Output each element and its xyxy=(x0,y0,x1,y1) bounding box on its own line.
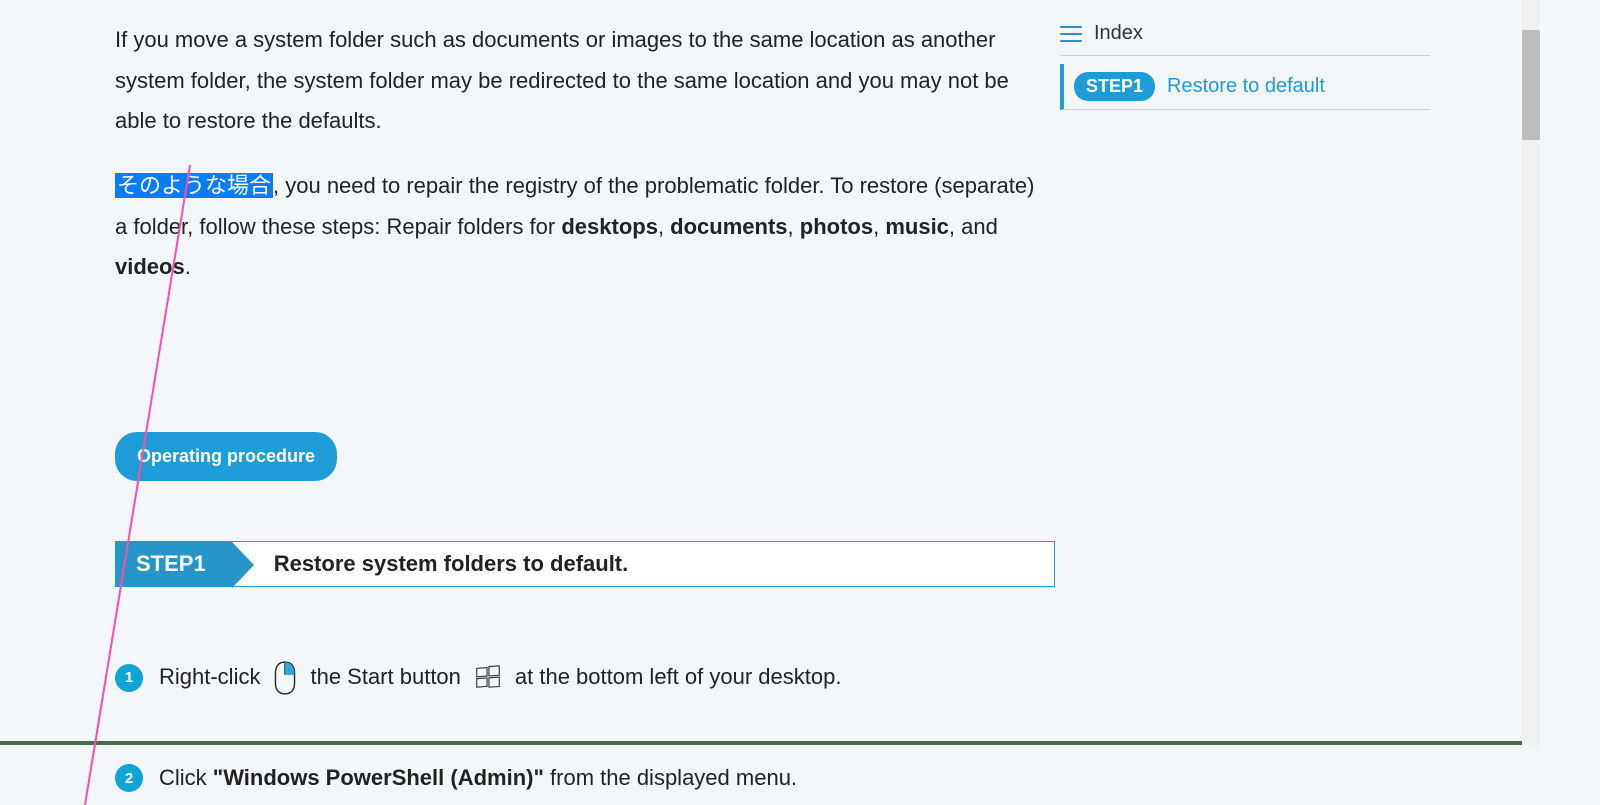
sep: , xyxy=(788,214,800,239)
index-step1-link: Restore to default xyxy=(1167,75,1325,98)
index-header: Index xyxy=(1060,22,1430,56)
instruction-1-text-b: the Start button xyxy=(310,657,460,698)
intro-paragraph-1: If you move a system folder such as docu… xyxy=(115,20,1040,142)
windows-icon xyxy=(471,661,505,695)
instruction-2-a: Click xyxy=(159,765,213,790)
folder-music: music xyxy=(885,214,949,239)
main-column: If you move a system folder such as docu… xyxy=(0,0,1060,741)
highlighted-japanese-text: そのような場合 xyxy=(115,173,273,198)
scrollbar-thumb[interactable] xyxy=(1522,30,1540,140)
intro-paragraph-2: そのような場合, you need to repair the registry… xyxy=(115,166,1040,288)
menu-icon xyxy=(1060,26,1082,42)
index-sidebar: Index STEP1 Restore to default xyxy=(1060,22,1430,110)
folder-desktops: desktops xyxy=(561,214,658,239)
instruction-2-quote: "Windows PowerShell (Admin)" xyxy=(213,765,544,790)
intro-end: . xyxy=(185,254,191,279)
scrollbar-track[interactable] xyxy=(1522,0,1540,745)
sep: , xyxy=(658,214,670,239)
instruction-1-number: 1 xyxy=(115,664,143,692)
instruction-2-number: 2 xyxy=(115,764,143,792)
instruction-2-b: from the displayed menu. xyxy=(544,765,797,790)
page-container: If you move a system folder such as docu… xyxy=(0,0,1540,745)
index-title: Index xyxy=(1094,22,1143,45)
mouse-icon xyxy=(270,658,300,698)
instruction-1-text-a: Right-click xyxy=(159,657,260,698)
operating-procedure-pill: Operating procedure xyxy=(115,432,337,481)
instruction-2: 2 Click "Windows PowerShell (Admin)" fro… xyxy=(115,758,1040,799)
instruction-2-text: Click "Windows PowerShell (Admin)" from … xyxy=(159,758,797,799)
sep: , xyxy=(873,214,885,239)
instruction-1: 1 Right-click the Start button at the bo… xyxy=(115,657,1040,698)
folder-documents: documents xyxy=(670,214,787,239)
step1-badge: STEP1 xyxy=(116,542,232,586)
step1-header: STEP1 Restore system folders to default. xyxy=(115,541,1055,587)
sep: , and xyxy=(949,214,998,239)
index-step1-chip: STEP1 xyxy=(1074,72,1155,101)
folder-photos: photos xyxy=(800,214,873,239)
instruction-1-text-c: at the bottom left of your desktop. xyxy=(515,657,842,698)
step1-title: Restore system folders to default. xyxy=(232,542,1054,586)
folder-videos: videos xyxy=(115,254,185,279)
index-item-step1[interactable]: STEP1 Restore to default xyxy=(1060,64,1430,110)
